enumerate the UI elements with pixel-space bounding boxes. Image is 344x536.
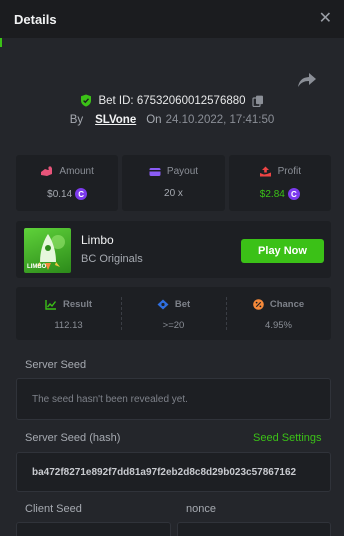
coin-icon: C [287, 188, 300, 200]
bet-icon [157, 299, 169, 310]
stat-payout-label: Payout [166, 166, 199, 177]
amount-icon [41, 166, 53, 176]
by-label: By [69, 114, 84, 126]
limbo-thumbnail[interactable]: LIMBO [24, 228, 71, 273]
nonce-field[interactable] [177, 522, 331, 536]
bet-id-label: Bet ID: [98, 94, 134, 107]
stat-amount-label: Amount [59, 166, 94, 177]
client-seed-label: Client Seed [25, 503, 82, 515]
chance-label: Chance [269, 299, 305, 310]
stat-amount-value: $0.14 [47, 188, 73, 200]
result-cell: Result 112.13 [16, 287, 121, 340]
server-seed-field[interactable]: The seed hasn't been revealed yet. [16, 378, 331, 420]
play-now-button[interactable]: Play Now [241, 239, 324, 263]
nonce-label: nonce [186, 503, 216, 515]
server-seed-label: Server Seed [25, 359, 87, 371]
result-value: 112.13 [54, 320, 83, 331]
stat-payout-value: 20 x [164, 188, 183, 199]
profit-icon [259, 166, 271, 177]
chance-cell: Chance 4.95% [226, 287, 331, 340]
percent-icon [253, 299, 264, 310]
bet-id-value: 67532060012576880 [136, 94, 246, 107]
client-seed-field[interactable] [16, 522, 171, 536]
bet-timestamp: 24.10.2022, 17:41:50 [165, 114, 275, 126]
bet-id-row: Bet ID: 67532060012576880 [0, 94, 344, 107]
chance-value: 4.95% [265, 320, 292, 331]
server-seed-hash-label: Server Seed (hash) [25, 432, 121, 444]
coin-icon: C [75, 188, 88, 200]
bet-results: Result 112.13 Bet >=20 Chance 4.95% [16, 287, 331, 340]
chart-line-icon [45, 300, 57, 310]
stat-profit-label: Profit [277, 166, 301, 177]
stat-profit: Profit $2.84 C [228, 155, 331, 211]
dialog-title: Details [14, 11, 57, 27]
bet-label: Bet [174, 299, 191, 310]
close-icon[interactable]: ✕ [319, 11, 332, 27]
game-provider: BC Originals [81, 253, 143, 265]
details-header: Details ✕ [0, 0, 344, 38]
stat-profit-value: $2.84 [259, 188, 285, 200]
payout-icon [149, 167, 161, 176]
accent-marker [0, 38, 2, 47]
server-seed-hash-field[interactable]: ba472f8271e892f7dd81a97f2eb2d8c8d29b023c… [16, 452, 331, 492]
game-name: Limbo [81, 233, 114, 247]
bet-byline: By SLVone On 24.10.2022, 17:41:50 [0, 114, 344, 126]
stat-amount: Amount $0.14 C [16, 155, 119, 211]
bet-value: >=20 [162, 320, 185, 331]
stat-payout: Payout 20 x [122, 155, 225, 211]
on-label: On [146, 114, 162, 126]
bet-stats: Amount $0.14 C Payout 20 x Profit $2.84 C [16, 155, 331, 211]
seed-settings-link[interactable]: Seed Settings [253, 432, 322, 444]
bet-cell: Bet >=20 [121, 287, 226, 340]
result-label: Result [62, 299, 93, 310]
verified-shield-icon [81, 94, 92, 107]
thumb-text: LIMBO [27, 264, 47, 270]
share-icon[interactable] [296, 70, 318, 90]
game-card: LIMBO Limbo BC Originals Play Now [16, 221, 331, 278]
copy-icon[interactable] [251, 95, 264, 107]
user-link[interactable]: SLVone [95, 114, 136, 126]
